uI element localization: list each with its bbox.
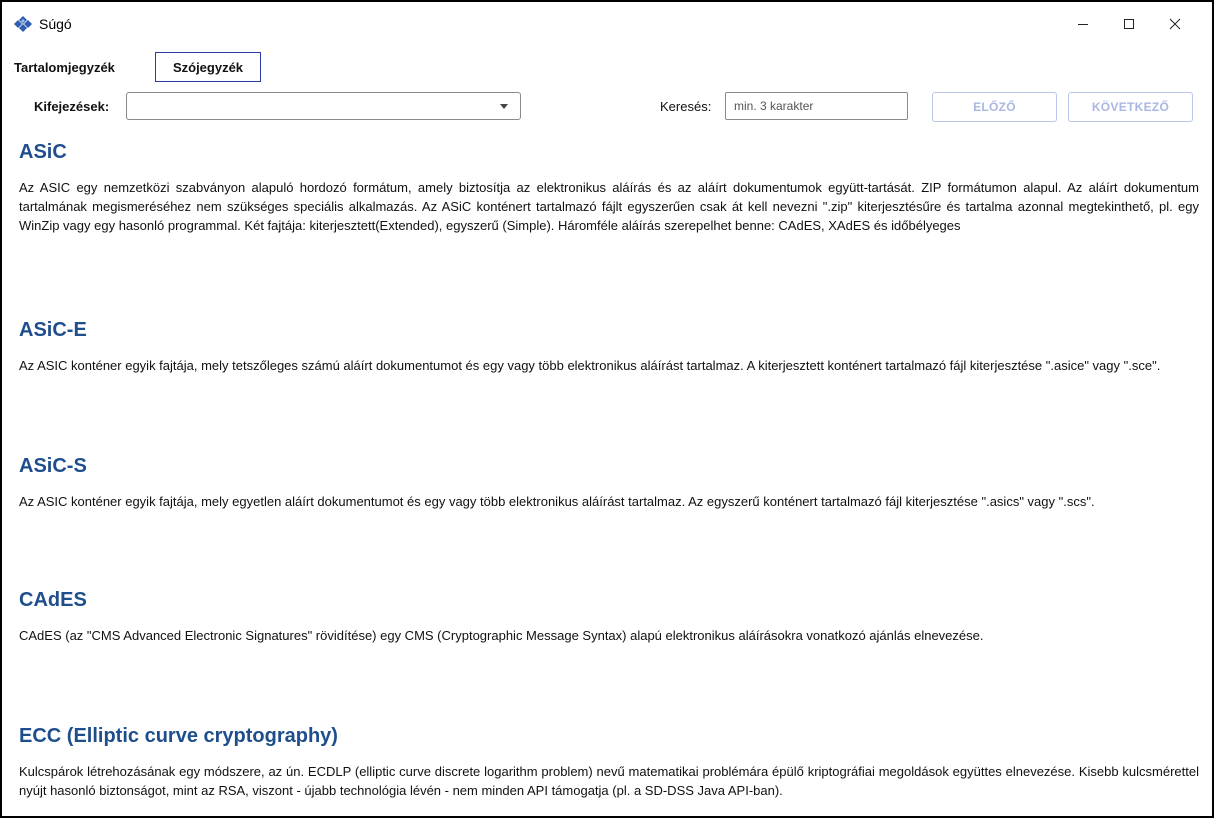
glossary-toolbar: Kifejezések: Keresés: ELŐZŐ KÖVETKEZŐ — [2, 90, 1212, 124]
close-button[interactable] — [1152, 2, 1198, 46]
maximize-icon — [1124, 19, 1134, 29]
entry-definition: Az ASIC egy nemzetközi szabványon alapul… — [19, 180, 1199, 233]
entry-definition: Kulcspárok létrehozásának egy módszere, … — [19, 764, 1199, 798]
minimize-icon — [1078, 24, 1088, 25]
search-input[interactable] — [725, 92, 908, 120]
glossary-entry: ASiC-S Az ASIC konténer egyik fajtája, m… — [19, 454, 1199, 511]
expressions-label: Kifejezések: — [34, 99, 110, 114]
tab-bar: Tartalomjegyzék Szójegyzék — [2, 52, 1212, 84]
entry-definition: CAdES (az "CMS Advanced Electronic Signa… — [19, 628, 984, 643]
entry-term: ASiC — [19, 141, 67, 163]
entry-term: ECC (Elliptic curve cryptography) — [19, 725, 338, 747]
entry-term: ASiC-E — [19, 319, 87, 341]
glossary-content[interactable]: ASiC Az ASIC egy nemzetközi szabványon a… — [2, 130, 1212, 816]
help-window: Súgó Tartalomjegyzék Szójegyzék Kifejezé… — [0, 0, 1214, 818]
window-title: Súgó — [39, 16, 72, 32]
glossary-entry: CAdES CAdES (az "CMS Advanced Electronic… — [19, 588, 1199, 645]
app-logo-icon — [14, 16, 32, 32]
chevron-down-icon — [500, 104, 508, 109]
search-label: Keresés: — [660, 99, 712, 114]
entry-definition: Az ASIC konténer egyik fajtája, mely egy… — [19, 494, 1095, 509]
glossary-entry: ECC (Elliptic curve cryptography) Kulcsp… — [19, 724, 1199, 800]
entry-definition: Az ASIC konténer egyik fajtája, mely tet… — [19, 358, 1161, 373]
entry-term: CAdES — [19, 589, 87, 611]
tab-glossary[interactable]: Szójegyzék — [155, 52, 261, 82]
tab-contents[interactable]: Tartalomjegyzék — [12, 52, 154, 82]
entry-term: ASiC-S — [19, 455, 87, 477]
glossary-entry: ASiC-E Az ASIC konténer egyik fajtája, m… — [19, 318, 1199, 375]
next-button[interactable]: KÖVETKEZŐ — [1068, 92, 1193, 122]
title-bar: Súgó — [2, 2, 1212, 46]
previous-button[interactable]: ELŐZŐ — [932, 92, 1057, 122]
close-icon — [1169, 18, 1181, 30]
expressions-dropdown[interactable] — [126, 92, 521, 120]
maximize-button[interactable] — [1106, 2, 1152, 46]
glossary-entry: ASiC Az ASIC egy nemzetközi szabványon a… — [19, 140, 1199, 235]
minimize-button[interactable] — [1060, 2, 1106, 46]
